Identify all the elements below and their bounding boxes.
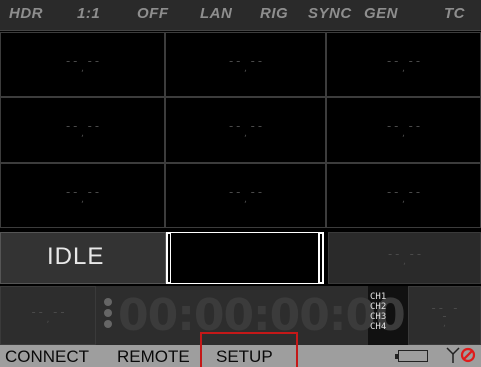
cell-placeholder: -- --,	[227, 119, 264, 138]
dot-indicator	[104, 320, 112, 328]
cell-placeholder: -- --,	[227, 53, 264, 73]
state-label: IDLE	[47, 243, 105, 270]
cell-placeholder: -- --,	[386, 247, 423, 266]
cell-placeholder: -- --,	[64, 184, 101, 204]
cell-placeholder: -- --,	[64, 119, 101, 138]
channel-label: CH4	[370, 322, 387, 332]
tc-left-panel[interactable]: -- --,	[0, 286, 96, 345]
grid-cell[interactable]: -- --,	[326, 97, 481, 163]
camera-grid: -- --, -- --, -- --, -- --, -- --, -- --…	[0, 32, 481, 228]
dot-indicator	[104, 309, 112, 317]
tc-right-panel[interactable]: -- --,	[408, 286, 481, 345]
status-hdr: HDR	[9, 5, 43, 22]
battery-icon	[395, 350, 428, 362]
antenna-icon	[446, 347, 460, 363]
right-bracket	[318, 232, 324, 284]
menu-connect[interactable]: CONNECT	[5, 347, 89, 367]
channel-label: CH3	[370, 312, 387, 322]
state-box[interactable]: IDLE	[0, 232, 166, 284]
status-ratio: 1:1	[77, 5, 101, 22]
channel-label: CH1	[370, 292, 387, 302]
preview-box[interactable]	[170, 232, 324, 284]
grid-cell[interactable]: -- --,	[165, 97, 326, 163]
setup-selection-highlight	[200, 332, 298, 367]
status-gen: GEN	[364, 5, 399, 22]
state-row: IDLE -- --,	[0, 232, 481, 284]
cell-placeholder: -- --,	[29, 304, 67, 324]
status-off: OFF	[137, 5, 169, 22]
grid-cell[interactable]: -- --,	[0, 32, 165, 97]
status-tc: TC	[444, 5, 465, 22]
cell-placeholder: -- --,	[385, 184, 422, 204]
status-lan: LAN	[200, 5, 233, 22]
menu-remote[interactable]: REMOTE	[117, 347, 190, 367]
grid-cell[interactable]: -- --,	[0, 97, 165, 163]
channel-label: CH2	[370, 302, 387, 312]
secondary-box[interactable]: -- --,	[328, 232, 481, 284]
no-signal-icon	[460, 347, 476, 363]
cell-placeholder: -- --,	[430, 300, 459, 328]
status-rig: RIG	[260, 5, 289, 22]
cell-placeholder: -- --,	[64, 53, 101, 73]
cell-placeholder: -- --,	[227, 184, 264, 204]
status-sync: SYNC	[308, 5, 352, 22]
status-bar: HDR 1:1 OFF LAN RIG SYNC GEN TC	[0, 0, 481, 31]
grid-cell[interactable]: -- --,	[165, 32, 326, 97]
dot-indicator	[104, 298, 112, 306]
cell-placeholder: -- --,	[385, 53, 422, 73]
cell-placeholder: -- --,	[385, 119, 422, 138]
grid-cell[interactable]: -- --,	[165, 163, 326, 228]
grid-cell[interactable]: -- --,	[326, 163, 481, 228]
status-dots	[104, 298, 112, 331]
channel-list: CH1 CH2 CH3 CH4	[370, 292, 406, 332]
grid-cell[interactable]: -- --,	[326, 32, 481, 97]
grid-cell[interactable]: -- --,	[0, 163, 165, 228]
